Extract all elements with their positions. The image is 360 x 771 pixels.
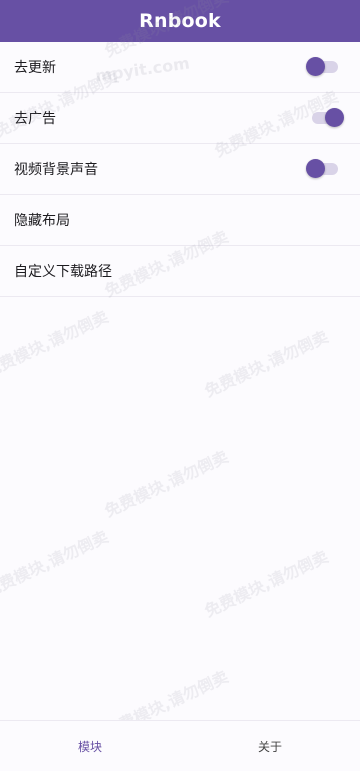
- toggle-thumb: [325, 108, 344, 127]
- toggle-thumb: [306, 57, 325, 76]
- watermark-text: 免费模块,请勿倒卖: [0, 526, 112, 601]
- tab-modules[interactable]: 模块: [0, 721, 180, 771]
- watermark-text: 免费模块,请勿倒卖: [0, 306, 112, 381]
- toggle-thumb: [306, 159, 325, 178]
- setting-label: 隐藏布局: [14, 213, 70, 229]
- setting-row-hide-layout[interactable]: 隐藏布局: [0, 195, 360, 246]
- watermark-text: 免费模块,请勿倒卖: [101, 446, 232, 521]
- tab-about[interactable]: 关于: [180, 721, 360, 771]
- bottom-navigation: 模块 关于: [0, 720, 360, 771]
- setting-label: 去更新: [14, 60, 56, 76]
- watermark-text: 免费模块,请勿倒卖: [201, 326, 332, 401]
- setting-label: 自定义下载路径: [14, 264, 112, 280]
- setting-row-custom-download-path[interactable]: 自定义下载路径: [0, 246, 360, 297]
- app-bar: Rnbook: [0, 0, 360, 42]
- setting-row-video-bg-audio[interactable]: 视频背景声音: [0, 144, 360, 195]
- setting-label: 视频背景声音: [14, 162, 98, 178]
- settings-list: 去更新 去广告 视频背景声音 隐藏布局 自定义下载路径: [0, 42, 360, 297]
- app-title: Rnbook: [139, 10, 221, 32]
- update-toggle[interactable]: [306, 57, 338, 76]
- setting-row-update[interactable]: 去更新: [0, 42, 360, 93]
- setting-label: 去广告: [14, 111, 56, 127]
- setting-row-remove-ads[interactable]: 去广告: [0, 93, 360, 144]
- watermark-text: 免费模块,请勿倒卖: [201, 546, 332, 621]
- video-bg-audio-toggle[interactable]: [306, 159, 338, 178]
- remove-ads-toggle[interactable]: [312, 108, 344, 127]
